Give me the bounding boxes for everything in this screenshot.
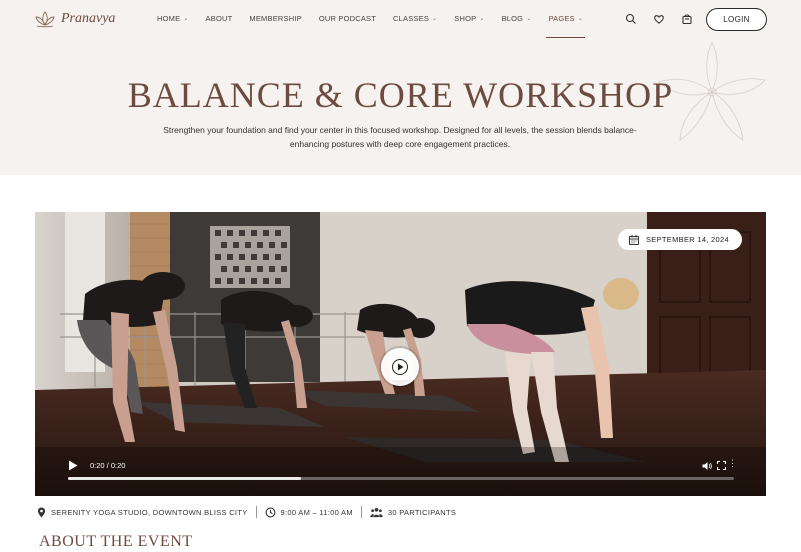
nav-item-label: SHOP: [454, 14, 477, 23]
more-options-icon[interactable]: ⋮: [728, 459, 737, 468]
event-participants: 30 PARTICIPANTS: [370, 507, 456, 518]
play-icon: [392, 359, 408, 375]
nav-item-home[interactable]: HOME ⌄: [157, 14, 189, 23]
clock-icon: [265, 507, 275, 517]
chevron-down-icon: ⌄: [183, 16, 189, 22]
location-pin-icon: [37, 507, 46, 517]
people-icon: [370, 507, 383, 517]
event-time-text: 9:00 AM – 11:00 AM: [280, 507, 353, 517]
page-title: BALANCE & CORE WORKSHOP: [127, 75, 674, 115]
nav-item-classes[interactable]: CLASSES ⌄: [393, 14, 437, 23]
nav-item-label: ABOUT: [205, 14, 233, 23]
nav-icons: [625, 12, 693, 25]
calendar-icon: [629, 234, 639, 245]
event-location-text: SERENITY YOGA STUDIO, DOWNTOWN BLISS CIT…: [51, 507, 248, 517]
nav-item-pages[interactable]: PAGES ⌄: [546, 14, 585, 38]
nav-item-label: MEMBERSHIP: [249, 14, 302, 23]
search-icon[interactable]: [625, 12, 637, 24]
chevron-down-icon: ⌄: [432, 16, 438, 22]
meta-divider: [360, 506, 362, 518]
video-progress-fill: [68, 477, 302, 480]
brand-name: Pranavya: [61, 11, 116, 26]
lotus-icon: [35, 11, 55, 28]
nav-item-label: CLASSES: [393, 14, 430, 23]
logo[interactable]: Pranavya: [34, 10, 115, 28]
cart-icon[interactable]: [681, 12, 693, 25]
event-location: SERENITY YOGA STUDIO, DOWNTOWN BLISS CIT…: [37, 507, 248, 518]
event-participants-text: 30 PARTICIPANTS: [387, 507, 457, 517]
nav-item-label: HOME: [157, 14, 181, 23]
chevron-down-icon: ⌄: [479, 16, 485, 22]
nav-item-label: PAGES: [548, 14, 575, 23]
chevron-down-icon: ⌄: [526, 16, 532, 22]
volume-icon[interactable]: [702, 461, 712, 471]
heart-icon[interactable]: [653, 12, 665, 24]
fullscreen-icon[interactable]: [717, 461, 726, 470]
nav-item-shop[interactable]: SHOP ⌄: [454, 14, 484, 23]
nav-item-blog[interactable]: BLOG ⌄: [502, 14, 532, 23]
video-progress-bar[interactable]: [68, 477, 734, 480]
play-icon[interactable]: [68, 460, 78, 471]
section-heading: ABOUT THE EVENT: [39, 533, 193, 550]
login-button[interactable]: LOGIN: [706, 8, 767, 31]
video-time: 0:20 / 0:20: [90, 461, 126, 470]
nav-menu: HOME ⌄ ABOUT MEMBERSHIP OUR PODCAST CLASS…: [157, 14, 600, 38]
event-meta: SERENITY YOGA STUDIO, DOWNTOWN BLISS CIT…: [37, 506, 456, 518]
nav-item-our-podcast[interactable]: OUR PODCAST: [319, 14, 376, 23]
hero-band: Pranavya HOME ⌄ ABOUT MEMBERSHIP OUR PODC…: [0, 0, 801, 175]
nav-item-label: BLOG: [501, 14, 524, 23]
video-controls: 0:20 / 0:20 ⋮: [35, 455, 766, 496]
top-navigation: Pranavya HOME ⌄ ABOUT MEMBERSHIP OUR PODC…: [0, 0, 801, 40]
nav-item-about[interactable]: ABOUT: [206, 14, 233, 23]
event-date: SEPTEMBER 14, 2024: [646, 235, 729, 244]
chevron-down-icon: ⌄: [577, 16, 583, 22]
event-date-badge: SEPTEMBER 14, 2024: [618, 229, 742, 250]
event-time: 9:00 AM – 11:00 AM: [265, 507, 353, 518]
meta-divider: [255, 506, 257, 518]
video-play-button[interactable]: [381, 348, 419, 386]
nav-item-membership[interactable]: MEMBERSHIP: [249, 14, 301, 23]
nav-item-label: OUR PODCAST: [318, 14, 377, 23]
page: Pranavya HOME ⌄ ABOUT MEMBERSHIP OUR PODC…: [0, 0, 801, 552]
page-description: Strengthen your foundation and find your…: [163, 125, 637, 149]
